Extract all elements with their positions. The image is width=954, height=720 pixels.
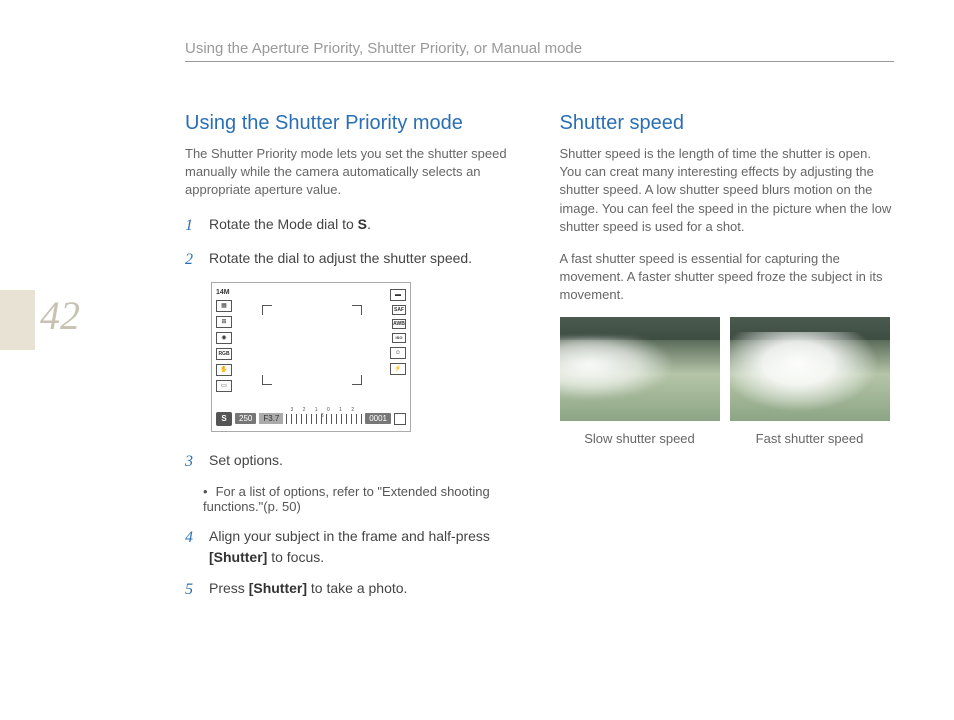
face-detect-icon: ☺	[390, 347, 406, 359]
step-post: to focus.	[267, 549, 324, 565]
flash-icon: ⚡	[390, 363, 406, 375]
section-heading-shutter-priority: Using the Shutter Priority mode	[185, 112, 520, 135]
saf-icon: SAF	[392, 305, 406, 315]
step-1: 1 Rotate the Mode dial to S.	[185, 214, 520, 238]
step-text: Press	[209, 580, 249, 596]
quality-icon: ▦	[216, 300, 232, 312]
lcd-mode-badge: S	[216, 412, 232, 426]
step-bold: [Shutter]	[249, 580, 307, 596]
step-number: 2	[185, 248, 199, 272]
iso-icon: ISO	[392, 333, 406, 343]
battery-icon: ▬	[390, 289, 406, 301]
lcd-shutter-value: 250	[235, 413, 256, 424]
caption-fast-shutter: Fast shutter speed	[730, 431, 890, 446]
step-number: 3	[185, 450, 199, 474]
shutter-speed-para1: Shutter speed is the length of time the …	[560, 145, 895, 236]
step-number: 1	[185, 214, 199, 238]
page-header: Using the Aperture Priority, Shutter Pri…	[185, 40, 582, 57]
drive-icon: ▭	[216, 380, 232, 392]
metering-icon: ◉	[216, 332, 232, 344]
section-heading-shutter-speed: Shutter speed	[560, 112, 895, 135]
step-text: Set options.	[209, 452, 283, 468]
step-number: 5	[185, 578, 199, 602]
step-3: 3 Set options.	[185, 450, 520, 474]
lcd-image-size: 14M	[216, 289, 232, 296]
grid-icon: ⊞	[216, 316, 232, 328]
lcd-aperture-value: F3.7	[259, 413, 283, 424]
rgb-icon: RGB	[216, 348, 232, 360]
caption-slow-shutter: Slow shutter speed	[560, 431, 720, 446]
step-2: 2 Rotate the dial to adjust the shutter …	[185, 248, 520, 272]
step-5: 5 Press [Shutter] to take a photo.	[185, 578, 520, 602]
shutter-speed-para2: A fast shutter speed is essential for ca…	[560, 250, 895, 305]
page-number: 42	[40, 292, 80, 339]
photo-slow-shutter	[560, 317, 720, 421]
exposure-ruler	[286, 414, 362, 424]
awb-icon: AWB	[392, 319, 406, 329]
camera-lcd-screenshot: 14M ▦ ⊞ ◉ RGB ✋ ▭ ▬ SAF AWB ISO ☺ ⚡	[211, 282, 411, 432]
step-text: Rotate the dial to adjust the shutter sp…	[209, 250, 472, 266]
step-post: .	[367, 216, 371, 232]
intro-paragraph: The Shutter Priority mode lets you set t…	[185, 145, 520, 200]
step-post: to take a photo.	[307, 580, 407, 596]
focus-brackets	[262, 305, 362, 385]
step-4: 4 Align your subject in the frame and ha…	[185, 526, 520, 568]
step-number: 4	[185, 526, 199, 568]
left-column: Using the Shutter Priority mode The Shut…	[185, 112, 520, 612]
photo-fast-shutter	[730, 317, 890, 421]
page-number-block	[0, 290, 35, 350]
step-bold: [Shutter]	[209, 549, 267, 565]
step-text: Rotate the Mode dial to	[209, 216, 358, 232]
storage-icon	[394, 413, 406, 425]
step-bold: S	[358, 216, 367, 232]
step-3-bullet: For a list of options, refer to "Extende…	[203, 484, 520, 514]
step-text: Align your subject in the frame and half…	[209, 528, 490, 544]
right-column: Shutter speed Shutter speed is the lengt…	[560, 112, 895, 612]
stabilization-icon: ✋	[216, 364, 232, 376]
lcd-counter: 0001	[365, 413, 391, 424]
